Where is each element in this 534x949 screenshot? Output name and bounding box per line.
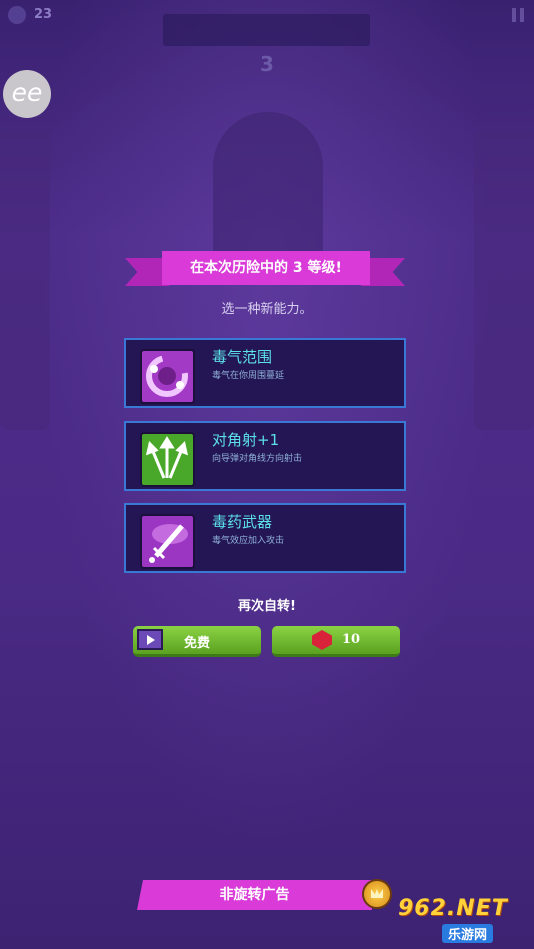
- watermark-logo-text: 962.NET: [398, 896, 508, 921]
- site-watermark: 962.NET 乐游网: [394, 894, 534, 949]
- background-pillar-right: [474, 130, 534, 430]
- poison-sword-icon: [140, 514, 195, 569]
- gem-icon: [312, 630, 332, 650]
- reroll-title: 再次自转!: [238, 599, 296, 614]
- no-reroll-ad-button[interactable]: 非旋转广告: [137, 880, 372, 910]
- poison-cloud-icon: [140, 349, 195, 404]
- coin-count: 23: [34, 7, 53, 22]
- gem-cost: 10: [342, 632, 361, 647]
- free-reroll-label: 免费: [183, 636, 210, 651]
- stage-number: 3: [260, 52, 274, 76]
- ability-card-poison-range[interactable]: 毒气范围 毒气在你周围蔓延: [124, 338, 406, 408]
- free-reroll-button[interactable]: 免费: [133, 626, 261, 657]
- diagonal-arrows-icon: [140, 432, 195, 487]
- coin-icon: [8, 6, 26, 24]
- level-up-title: 在本次历险中的 3 等级!: [162, 251, 370, 285]
- background-arch: [213, 112, 323, 262]
- xp-bar: [163, 14, 370, 46]
- gem-reroll-button[interactable]: 10: [272, 626, 400, 657]
- pause-icon[interactable]: [512, 8, 524, 22]
- level-up-subtitle: 选一种新能力。: [221, 302, 313, 317]
- watermark-site-name: 乐游网: [442, 924, 494, 943]
- crown-icon[interactable]: [362, 879, 392, 909]
- ability-card-poison-weapon[interactable]: 毒药武器 毒气效应加入攻击: [124, 503, 406, 573]
- ability-name: 毒药武器: [212, 513, 273, 531]
- ability-description: 向导弹对角线方向射击: [212, 454, 303, 464]
- hud-bar: 23: [0, 0, 534, 46]
- overlay-logo[interactable]: ee: [3, 70, 51, 118]
- ability-card-diagonal-shot[interactable]: 对角射+1 向导弹对角线方向射击: [124, 421, 406, 491]
- background-pillar-left: [0, 130, 50, 430]
- ability-name: 对角射+1: [212, 431, 280, 449]
- level-up-banner: 在本次历险中的 3 等级!: [125, 250, 405, 294]
- ability-name: 毒气范围: [212, 348, 273, 366]
- ability-description: 毒气效应加入攻击: [212, 536, 285, 546]
- ability-description: 毒气在你周围蔓延: [212, 371, 285, 381]
